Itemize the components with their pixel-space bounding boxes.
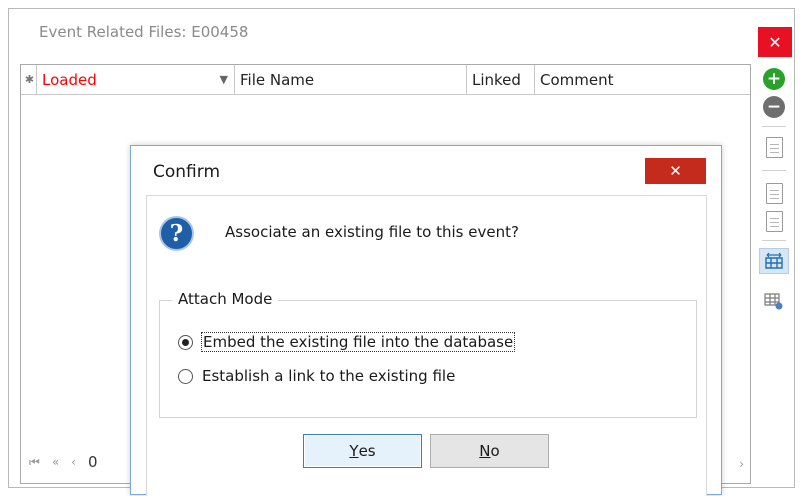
no-label-rest: o bbox=[490, 442, 500, 460]
next-record-icon[interactable]: › bbox=[739, 457, 744, 471]
attach-mode-legend: Attach Mode bbox=[172, 290, 279, 308]
close-icon: ✕ bbox=[669, 162, 682, 180]
toolbar-divider bbox=[762, 240, 786, 241]
link-option-label[interactable]: Establish a link to the existing file bbox=[202, 367, 455, 385]
import-file-icon bbox=[765, 136, 783, 158]
no-button[interactable]: No bbox=[430, 434, 549, 468]
window-close-button[interactable]: ✕ bbox=[758, 27, 792, 57]
fit-columns-button[interactable] bbox=[759, 248, 789, 274]
import-file-button[interactable] bbox=[759, 134, 789, 160]
fit-columns-icon bbox=[765, 252, 783, 269]
window-title: Event Related Files: E00458 bbox=[39, 23, 249, 41]
embed-option-label[interactable]: Embed the existing file into the databas… bbox=[200, 332, 516, 352]
export-file-button[interactable] bbox=[759, 208, 789, 234]
add-icon: + bbox=[763, 68, 785, 90]
remove-icon: − bbox=[763, 96, 785, 118]
dialog-question: Associate an existing file to this event… bbox=[225, 223, 519, 241]
attach-mode-group: Attach Mode Embed the existing file into… bbox=[159, 290, 697, 418]
yes-mnemonic: Y bbox=[349, 442, 359, 460]
page-number: 0 bbox=[87, 453, 98, 471]
grid-settings-button[interactable] bbox=[759, 288, 789, 314]
column-header-loaded-label: Loaded bbox=[42, 70, 97, 89]
question-icon: ? bbox=[159, 216, 194, 251]
yes-button[interactable]: Yes bbox=[303, 434, 422, 468]
embed-option[interactable]: Embed the existing file into the databas… bbox=[178, 332, 516, 352]
column-header-comment[interactable]: Comment bbox=[535, 65, 752, 94]
toolbar-divider bbox=[762, 170, 786, 171]
grid-pager: ⏮ « ‹ 0 bbox=[29, 453, 98, 471]
remove-file-button[interactable]: − bbox=[759, 94, 789, 120]
grid-settings-icon bbox=[764, 293, 783, 310]
embed-radio[interactable] bbox=[178, 334, 193, 350]
toolbar-divider bbox=[762, 126, 786, 127]
new-row-marker-icon: ✱ bbox=[21, 65, 37, 94]
confirm-dialog: Confirm ✕ ? Associate an existing file t… bbox=[130, 145, 722, 496]
yes-label-rest: es bbox=[358, 442, 376, 460]
close-icon: ✕ bbox=[768, 32, 782, 52]
prev-record-icon[interactable]: ‹ bbox=[71, 455, 76, 469]
find-file-button[interactable] bbox=[759, 180, 789, 206]
link-radio[interactable] bbox=[178, 368, 193, 384]
prev-page-icon[interactable]: « bbox=[52, 455, 59, 469]
dialog-body: ? Associate an existing file to this eve… bbox=[146, 195, 707, 496]
no-mnemonic: N bbox=[479, 442, 491, 460]
column-header-linked[interactable]: Linked bbox=[467, 65, 535, 94]
find-file-icon bbox=[765, 182, 783, 204]
link-option[interactable]: Establish a link to the existing file bbox=[178, 367, 455, 385]
filter-dropdown-icon[interactable]: ▼ bbox=[220, 73, 228, 86]
first-page-icon[interactable]: ⏮ bbox=[29, 455, 40, 470]
add-file-button[interactable]: + bbox=[759, 66, 789, 92]
dialog-close-button[interactable]: ✕ bbox=[645, 158, 706, 184]
dialog-title: Confirm bbox=[153, 162, 221, 182]
export-file-icon bbox=[765, 210, 783, 232]
column-header-loaded[interactable]: Loaded ▼ bbox=[37, 65, 235, 94]
grid-header: ✱ Loaded ▼ File Name Linked Comment bbox=[21, 65, 750, 95]
column-header-file-name[interactable]: File Name bbox=[235, 65, 467, 94]
